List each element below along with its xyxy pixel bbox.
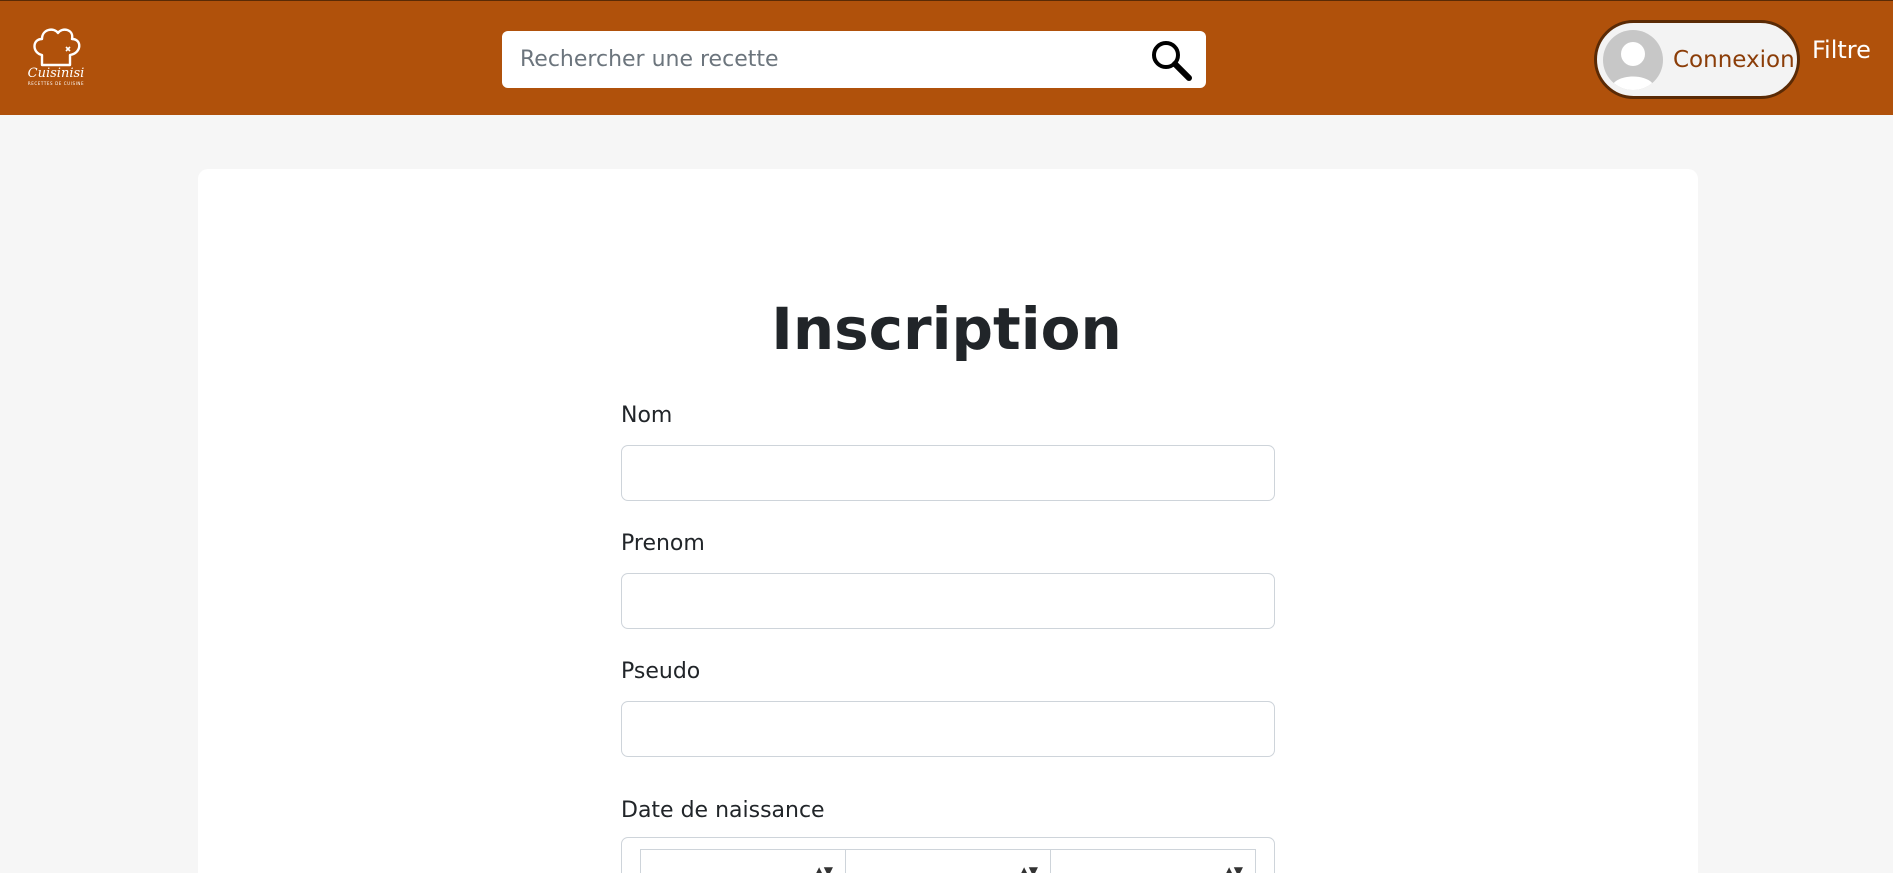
search-icon — [1152, 41, 1192, 81]
prenom-input[interactable] — [621, 573, 1275, 629]
chevron-down-icon: ▲▼ — [814, 864, 833, 873]
birthdate-day-select[interactable]: ▲▼ — [640, 849, 846, 873]
user-avatar-icon — [1603, 29, 1663, 90]
logo-name: Cuisinisi — [27, 66, 85, 81]
signup-card — [198, 169, 1698, 873]
search-bar — [502, 31, 1206, 88]
birthdate-label: Date de naissance — [621, 798, 825, 823]
logo-tagline: RECETTES DE CUISINE — [27, 81, 85, 86]
nom-input[interactable] — [621, 445, 1275, 501]
birthdate-year-select[interactable]: ▲▼ — [1050, 849, 1256, 873]
login-label: Connexion — [1673, 46, 1795, 73]
birthdate-selector: ▲▼ ▲▼ ▲▼ — [621, 837, 1275, 873]
pseudo-input[interactable] — [621, 701, 1275, 757]
chef-hat-logo-icon — [33, 28, 81, 67]
filter-link[interactable]: Filtre — [1812, 36, 1871, 64]
page-title: Inscription — [771, 295, 1122, 363]
chevron-down-icon: ▲▼ — [1019, 864, 1038, 873]
search-button[interactable] — [1148, 37, 1194, 83]
top-navbar: Cuisinisi RECETTES DE CUISINE Connexion … — [0, 0, 1893, 115]
chevron-down-icon: ▲▼ — [1224, 864, 1243, 873]
prenom-label: Prenom — [621, 531, 705, 556]
login-button[interactable]: Connexion — [1594, 20, 1800, 99]
birthdate-month-select[interactable]: ▲▼ — [845, 849, 1051, 873]
search-input[interactable] — [502, 31, 1122, 88]
nom-label: Nom — [621, 403, 673, 428]
pseudo-label: Pseudo — [621, 659, 701, 684]
site-logo[interactable]: Cuisinisi RECETTES DE CUISINE — [18, 25, 94, 97]
